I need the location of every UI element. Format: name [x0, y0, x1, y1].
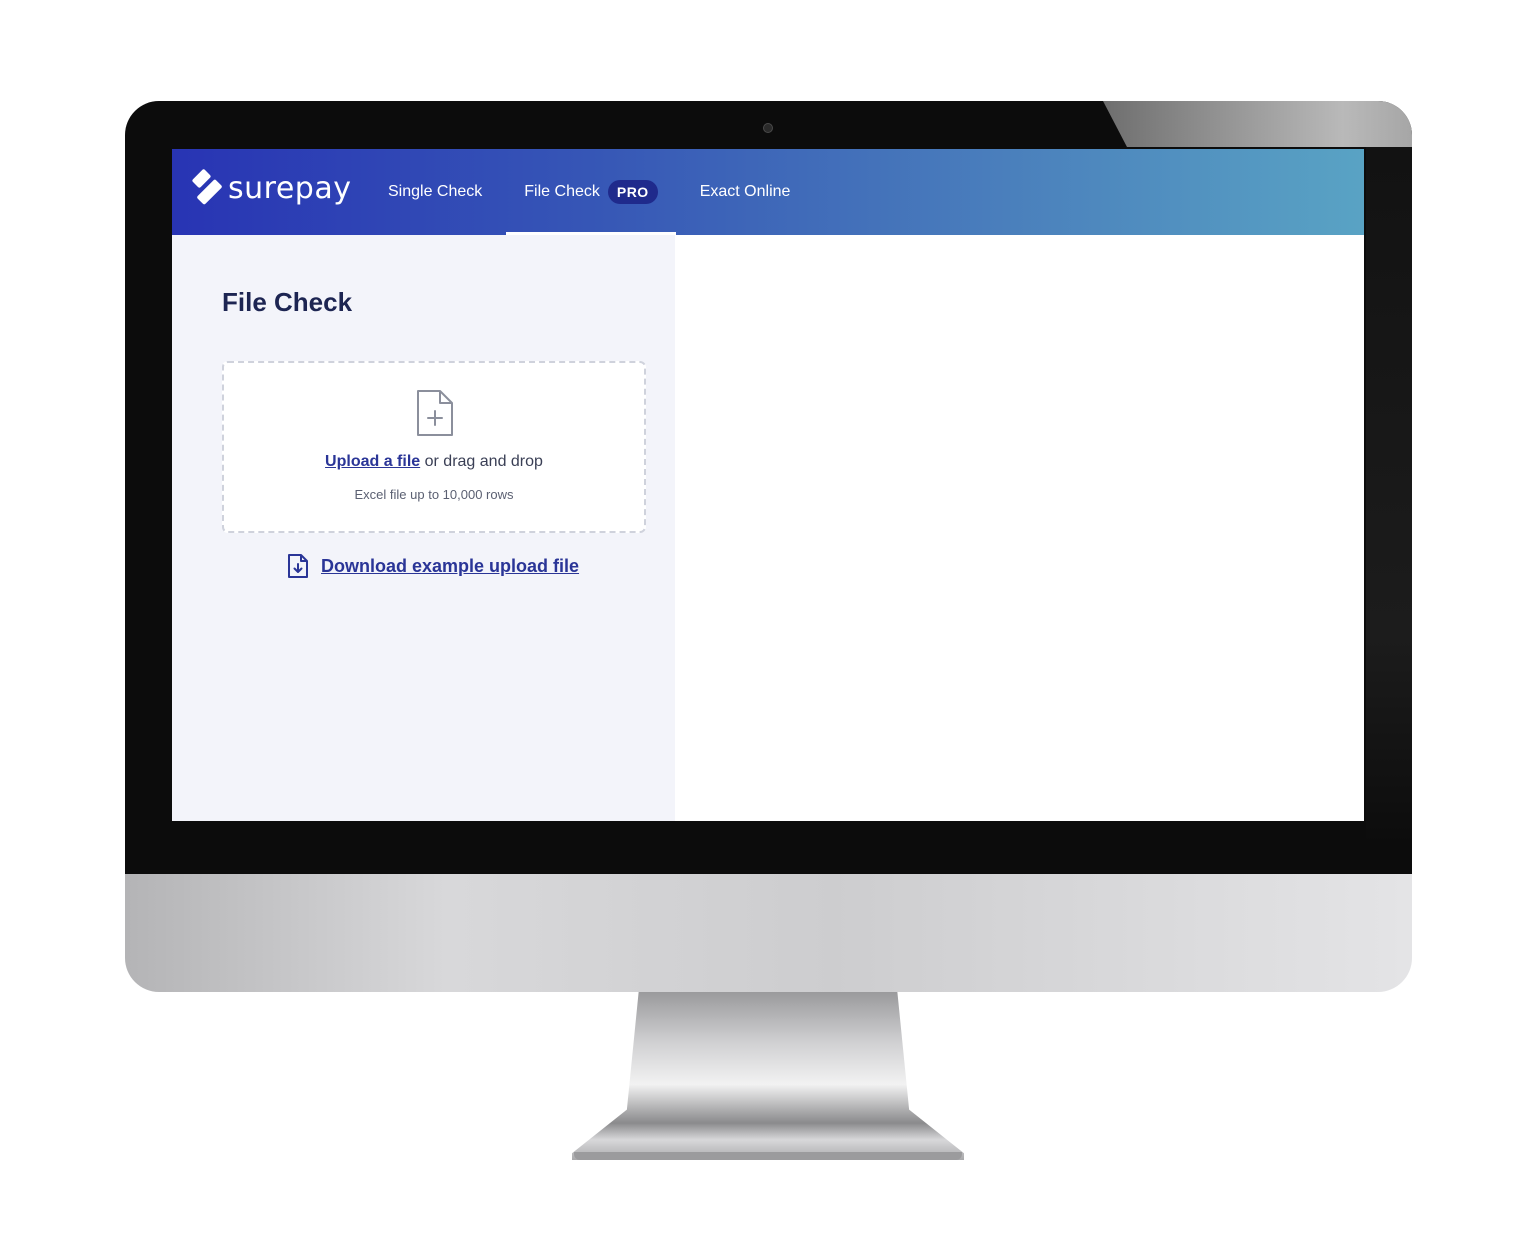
monitor-stand-base: [574, 1152, 962, 1160]
drag-drop-text: or drag and drop: [424, 453, 543, 470]
file-download-icon: [288, 554, 308, 578]
nav-item-label: File Check: [524, 183, 600, 200]
nav-item-label: Exact Online: [699, 183, 791, 200]
pro-badge: PRO: [607, 180, 658, 204]
file-dropzone[interactable]: Upload a file or drag and drop Excel fil…: [222, 361, 646, 533]
dropzone-instructions: Upload a file or drag and drop: [224, 453, 644, 471]
nav-item-label: Single Check: [388, 183, 483, 200]
monitor-chin: [125, 874, 1412, 992]
download-example-link[interactable]: Download example upload file: [321, 556, 579, 577]
monitor-stand: [572, 992, 964, 1160]
file-plus-icon: [417, 390, 453, 436]
bezel-glare: [1103, 101, 1412, 147]
bezel-side-shade: [1366, 147, 1412, 847]
nav-item-exact-online[interactable]: Exact Online: [682, 149, 809, 235]
brand-logo[interactable]: surepay: [191, 168, 352, 207]
top-navigation-bar: surepay Single Check File Check PRO Exac…: [172, 149, 1364, 235]
download-example-button[interactable]: Download example upload file: [287, 553, 579, 579]
main-nav: Single Check File Check PRO Exact Online: [370, 149, 814, 235]
camera-icon: [763, 123, 773, 133]
nav-item-file-check[interactable]: File Check PRO: [506, 149, 677, 235]
file-limit-hint: Excel file up to 10,000 rows: [354, 487, 514, 502]
monitor-mockup: surepay Single Check File Check PRO Exac…: [0, 0, 1536, 1260]
file-check-panel: File Check Upload a file or drag and dro…: [172, 235, 675, 821]
surepay-logo-icon: [191, 168, 223, 206]
app-screen: surepay Single Check File Check PRO Exac…: [172, 149, 1364, 821]
page-title: File Check: [222, 287, 353, 317]
upload-file-link[interactable]: Upload a file: [325, 453, 420, 470]
brand-name: surepay: [228, 171, 352, 206]
nav-item-single-check[interactable]: Single Check: [370, 149, 500, 235]
